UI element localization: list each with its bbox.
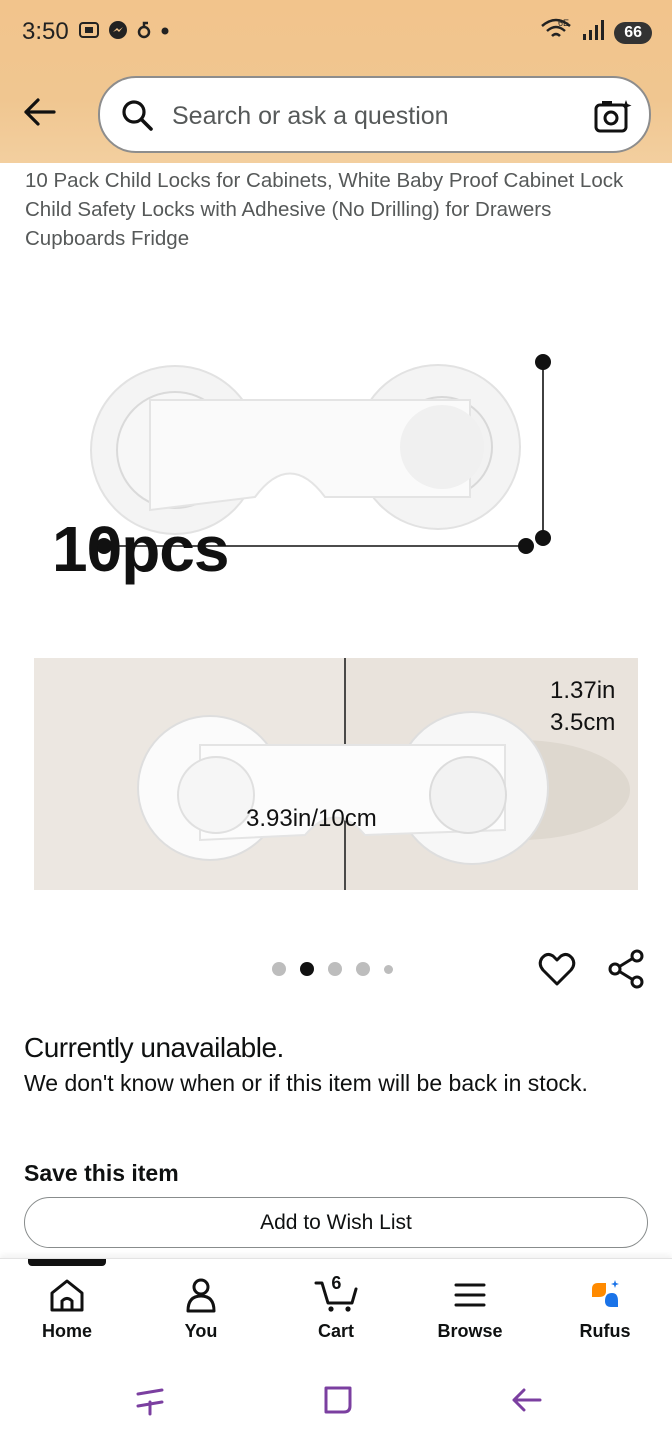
camera-search-icon[interactable] [593,96,633,136]
recent-apps-button[interactable] [130,1380,170,1420]
square-home-icon [324,1386,352,1414]
wishlist-heart-button[interactable] [536,948,578,990]
cart-badge: 6 [331,1273,342,1293]
back-arrow-icon [24,98,56,126]
nav-label-browse: Browse [437,1321,503,1341]
wifi-icon: 6E [540,18,572,47]
carousel-dot[interactable] [384,964,393,974]
nav-label-rufus: Rufus [579,1321,631,1341]
availability-message: We don't know when or if this item will … [24,1070,588,1096]
share-icon [608,949,644,989]
menu-icon [454,1283,486,1307]
add-to-wish-list-button[interactable]: Add to Wish List [24,1197,648,1248]
nav-item-cart[interactable]: 6 Cart [286,1273,386,1342]
carousel-dots [272,962,393,976]
home-icon [50,1279,84,1312]
search-input[interactable] [172,100,572,132]
nav-active-indicator [28,1259,106,1266]
image-height-cm-label: 3.5cm [550,709,616,736]
lock-diagram [90,364,521,535]
screenshot-icon [78,20,100,45]
home-system-button[interactable] [318,1380,358,1420]
image-count-label: 10pcs [52,513,229,585]
signal-icon [582,19,605,46]
bottom-nav: Home You 6 Cart Browse Rufus [0,1258,672,1354]
rufus-icon [592,1280,619,1307]
nav-item-rufus[interactable]: Rufus [555,1277,655,1342]
recent-apps-icon [136,1388,164,1416]
nav-label-home: Home [41,1321,92,1341]
app-header: 3:50 6E 66 [0,0,672,163]
nav-item-you[interactable]: You [151,1277,251,1342]
heart-icon [538,952,576,986]
status-notification-icons [78,20,170,45]
status-bar: 3:50 6E 66 [0,0,672,64]
back-button[interactable] [20,92,60,132]
product-title[interactable]: 10 Pack Child Locks for Cabinets, White … [25,166,650,253]
carousel-dot[interactable] [328,962,342,976]
image-width-label: 3.93in/10cm [246,805,377,832]
search-bar[interactable] [98,76,651,153]
nav-label-you: You [184,1321,218,1341]
battery-indicator: 66 [614,21,652,44]
back-system-button[interactable] [506,1380,546,1420]
person-icon [186,1278,216,1313]
back-system-icon [512,1388,542,1412]
nav-item-browse[interactable]: Browse [420,1277,520,1342]
nav-item-home[interactable]: Home [17,1277,117,1342]
image-height-in-label: 1.37in [550,677,616,704]
save-heading: Save this item [24,1160,179,1186]
app-notification-icon [136,20,152,45]
nav-label-cart: Cart [317,1321,354,1341]
product-image-carousel[interactable]: 10pcs 3.93in/10cm 1.37in 3.5cm [0,250,672,910]
more-dot-icon [160,20,170,45]
messenger-icon [108,20,128,45]
carousel-dot[interactable] [272,962,286,976]
availability-heading: Currently unavailable. [24,1032,284,1063]
carousel-dot-active[interactable] [300,962,314,976]
status-system-icons: 6E 66 [540,18,652,47]
lock-photo [34,658,638,890]
status-time: 3:50 [22,18,69,45]
system-nav-bar [0,1354,672,1440]
search-icon [122,100,153,131]
share-button[interactable] [606,948,648,990]
carousel-dot[interactable] [356,962,370,976]
svg-text:6E: 6E [558,18,569,28]
